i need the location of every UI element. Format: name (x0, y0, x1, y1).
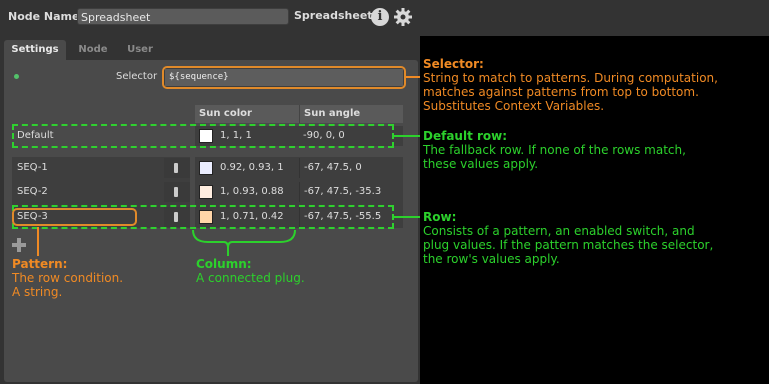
default-row-annotation-text: The fallback row. If none of the rows ma… (423, 143, 686, 171)
selector-annotation: Selector: String to match to patterns. D… (423, 57, 723, 113)
column-annotation: Column: A connected plug. (196, 257, 396, 285)
default-row-annotation-title: Default row: (423, 129, 508, 143)
pattern-annotation-line1: The row condition. (12, 271, 124, 285)
pattern-annotation-line2: A string. (12, 285, 63, 299)
selector-annotation-text: String to match to patterns. During comp… (423, 71, 718, 113)
row-annotation: Row: Consists of a pattern, an enabled s… (423, 210, 723, 266)
pattern-annotation: Pattern: The row condition. A string. (12, 257, 172, 299)
row-annotation-text: Consists of a pattern, an enabled switch… (423, 224, 714, 266)
selector-annotation-title: Selector: (423, 57, 484, 71)
column-annotation-text: A connected plug. (196, 271, 305, 285)
row-annotation-title: Row: (423, 210, 457, 224)
pattern-annotation-title: Pattern: (12, 257, 68, 271)
default-row-annotation: Default row: The fallback row. If none o… (423, 129, 703, 171)
column-annotation-title: Column: (196, 257, 252, 271)
